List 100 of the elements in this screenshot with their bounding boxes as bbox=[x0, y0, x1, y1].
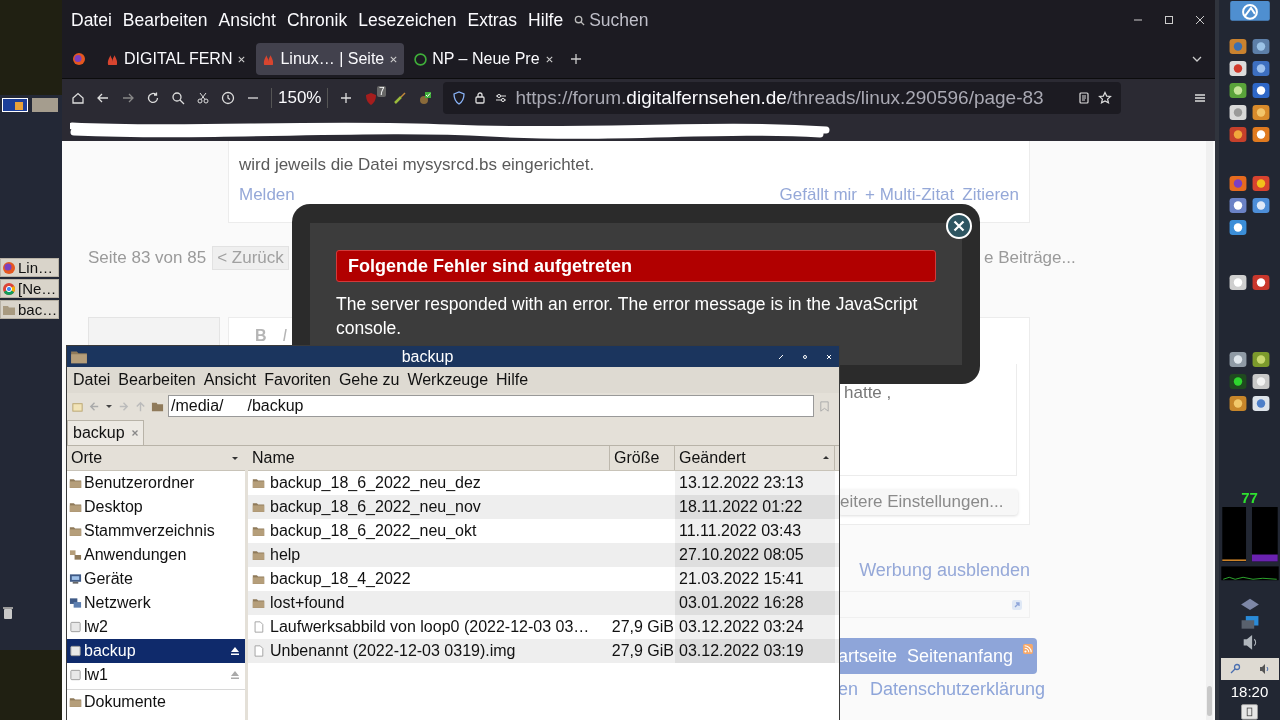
caret-icon[interactable] bbox=[105, 402, 113, 410]
app-icon[interactable] bbox=[1228, 371, 1248, 391]
check-icon[interactable] bbox=[418, 91, 433, 105]
app-icon[interactable] bbox=[1251, 272, 1271, 292]
app-icon[interactable] bbox=[1228, 393, 1248, 413]
menu-item[interactable]: Hilfe bbox=[528, 9, 564, 31]
back-icon[interactable] bbox=[96, 91, 110, 105]
app-icon[interactable] bbox=[1251, 371, 1271, 391]
column-header[interactable]: Name bbox=[248, 446, 610, 470]
menu-item[interactable]: Bearbeiten bbox=[118, 371, 196, 389]
app-icon[interactable] bbox=[1228, 195, 1248, 215]
clock[interactable]: 18:20 bbox=[1230, 683, 1269, 701]
menu-item[interactable]: Favoriten bbox=[264, 371, 331, 389]
file-name-cell[interactable]: Laufwerksabbild von loop0 (2022-12-03 03… bbox=[248, 615, 610, 639]
app-icon[interactable] bbox=[1251, 393, 1271, 413]
file-name-cell[interactable]: help bbox=[248, 543, 610, 567]
close-icon[interactable] bbox=[1194, 14, 1206, 26]
menu-item[interactable]: Chronik bbox=[286, 9, 348, 31]
new-tab-icon[interactable] bbox=[569, 53, 582, 65]
trash-icon[interactable] bbox=[2, 606, 14, 620]
file-name-cell[interactable]: Unbenannt (2022-12-03 0319).img bbox=[248, 639, 610, 663]
app-icon[interactable] bbox=[1251, 102, 1271, 122]
speaker-icon[interactable] bbox=[1258, 663, 1270, 676]
menu-item[interactable]: Bearbeiten bbox=[122, 9, 208, 31]
taskbar-button[interactable]: [Ne… bbox=[0, 279, 59, 298]
show-desktop-icon[interactable] bbox=[1241, 704, 1258, 720]
app-icon[interactable] bbox=[1228, 80, 1248, 100]
place-item[interactable]: lw2 bbox=[67, 615, 245, 639]
app-icon[interactable] bbox=[1228, 349, 1248, 369]
menu-item[interactable]: Werkzeuge bbox=[407, 371, 489, 389]
browser-tab[interactable]: DIGITAL FERN bbox=[100, 43, 253, 75]
place-item[interactable]: Netzwerk bbox=[67, 591, 245, 615]
eject-icon[interactable] bbox=[230, 646, 240, 656]
close-icon[interactable] bbox=[237, 54, 247, 64]
app-icon[interactable] bbox=[1228, 58, 1248, 78]
menu-item[interactable]: Datei bbox=[73, 371, 111, 389]
minimize-icon[interactable] bbox=[777, 352, 785, 361]
brush-icon[interactable] bbox=[393, 91, 408, 105]
file-name-cell[interactable]: backup_18_4_2022 bbox=[248, 567, 610, 591]
app-icon[interactable] bbox=[1251, 80, 1271, 100]
app-icon[interactable] bbox=[1228, 102, 1248, 122]
search-button[interactable]: Suchen bbox=[574, 9, 649, 31]
search-icon[interactable] bbox=[171, 91, 185, 105]
error-message: The server responded with an error. The error message is in the JavaScript console. bbox=[336, 293, 919, 340]
menu-item[interactable]: Gehe zu bbox=[338, 371, 400, 389]
menu-item[interactable]: Datei bbox=[71, 9, 112, 31]
column-header[interactable]: Größe bbox=[610, 446, 675, 470]
folder-tab[interactable]: backup bbox=[67, 420, 144, 445]
scissors-icon[interactable] bbox=[196, 91, 210, 105]
browser-tab[interactable]: NP – Neue Pre bbox=[408, 43, 560, 75]
place-item[interactable]: backup bbox=[67, 639, 245, 663]
place-item[interactable]: Dokumente bbox=[67, 689, 245, 714]
taskbar-button[interactable]: bac… bbox=[0, 300, 59, 319]
close-icon[interactable] bbox=[544, 54, 554, 64]
menu-item[interactable]: Lesezeichen bbox=[358, 9, 457, 31]
forward-icon[interactable] bbox=[121, 91, 135, 105]
app-icon[interactable] bbox=[1251, 195, 1271, 215]
places-dropdown[interactable]: Orte bbox=[67, 446, 245, 471]
maximize-icon[interactable] bbox=[1163, 14, 1175, 26]
app-icon[interactable] bbox=[1251, 349, 1271, 369]
menu-icon[interactable] bbox=[1193, 91, 1207, 105]
app-icon[interactable] bbox=[1251, 124, 1271, 144]
maximize-icon[interactable] bbox=[801, 352, 809, 361]
app-icon[interactable] bbox=[1251, 173, 1271, 193]
zoom-level[interactable]: 150% bbox=[271, 88, 329, 108]
path-field[interactable]: /media/ /backup bbox=[168, 395, 814, 417]
close-icon[interactable] bbox=[389, 54, 399, 64]
app-icon[interactable] bbox=[1228, 272, 1248, 292]
home-icon[interactable] bbox=[71, 91, 85, 105]
column-header[interactable]: Geändert bbox=[675, 446, 835, 470]
start-menu-icon[interactable] bbox=[1229, 1, 1270, 21]
place-item[interactable]: Geräte bbox=[67, 567, 245, 591]
network-icon[interactable] bbox=[1239, 614, 1260, 632]
url-field[interactable]: https://forum.digitalfernsehen.de/threads/linux.290596/page-83 bbox=[443, 82, 1122, 114]
file-name-cell[interactable]: lost+found bbox=[248, 591, 610, 615]
menu-item[interactable]: Ansicht bbox=[203, 371, 257, 389]
menu-item[interactable]: Extras bbox=[467, 9, 518, 31]
place-item[interactable]: Desktop bbox=[67, 495, 245, 519]
menu-item[interactable]: Ansicht bbox=[218, 9, 276, 31]
file-name-cell[interactable]: backup_18_6_2022_neu_okt bbox=[248, 519, 610, 543]
browser-icon[interactable] bbox=[72, 52, 86, 66]
zoom-in-icon[interactable] bbox=[339, 91, 354, 105]
key-icon[interactable] bbox=[1229, 663, 1241, 676]
app-icon[interactable] bbox=[1228, 124, 1248, 144]
place-item[interactable]: Stammverzeichnis bbox=[67, 519, 245, 543]
clock-icon[interactable] bbox=[221, 91, 235, 105]
menu-item[interactable]: Hilfe bbox=[496, 371, 529, 389]
file-name-cell[interactable]: backup_18_6_2022_neu_dez bbox=[248, 471, 610, 495]
taskbar-button[interactable]: Lin… bbox=[0, 258, 59, 277]
reload-icon[interactable] bbox=[146, 91, 160, 105]
scrollbar[interactable] bbox=[1206, 141, 1213, 720]
place-item[interactable]: Anwendungen bbox=[67, 543, 245, 567]
app-icon[interactable] bbox=[1251, 36, 1271, 56]
browser-tab[interactable]: Linux… | Seite bbox=[256, 43, 405, 75]
place-item[interactable]: lw1 bbox=[67, 663, 245, 687]
app-icon[interactable] bbox=[1251, 58, 1271, 78]
place-item[interactable]: Benutzerordner bbox=[67, 471, 245, 495]
file-name-cell[interactable]: backup_18_6_2022_neu_nov bbox=[248, 495, 610, 519]
app-icon[interactable] bbox=[1228, 217, 1248, 237]
close-icon[interactable] bbox=[825, 352, 833, 361]
